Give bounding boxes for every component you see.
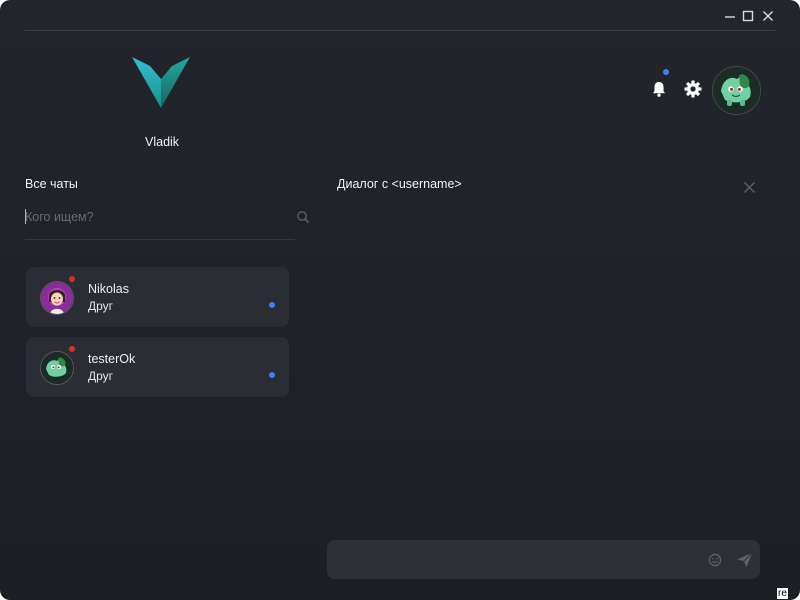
message-composer — [327, 540, 760, 579]
chat-status: Друг — [88, 299, 114, 313]
status-indicator — [69, 346, 75, 352]
unread-indicator — [269, 302, 275, 308]
chat-status: Друг — [88, 369, 114, 383]
message-input[interactable] — [341, 550, 701, 570]
notification-dot — [663, 69, 669, 75]
avatar — [40, 351, 74, 385]
search-divider — [25, 239, 295, 240]
status-indicator — [69, 276, 75, 282]
chat-name: testerOk — [88, 352, 136, 366]
chat-item-nikolas[interactable]: Nikolas Друг — [26, 267, 289, 327]
avatar — [40, 281, 74, 315]
send-icon[interactable] — [736, 552, 753, 568]
app-logo — [132, 57, 190, 109]
chats-title: Все чаты — [25, 177, 78, 191]
maximize-icon[interactable] — [740, 8, 756, 24]
corner-text: re — [777, 588, 788, 599]
gear-icon[interactable] — [683, 79, 703, 99]
title-divider — [25, 30, 775, 31]
emoji-icon[interactable] — [708, 553, 722, 567]
profile-name: Vladik — [145, 135, 180, 149]
dialog-title: Диалог с <username> — [337, 177, 462, 191]
messenger-window: Vladik Все чаты Кого ищем? Nikolas Друг … — [0, 0, 800, 600]
search-input[interactable] — [25, 206, 265, 228]
close-dialog-icon[interactable] — [743, 181, 756, 194]
avatar[interactable] — [712, 66, 761, 115]
close-icon[interactable] — [760, 8, 776, 24]
chat-item-testerok[interactable]: testerOk Друг — [26, 337, 289, 397]
search-icon[interactable] — [296, 210, 310, 224]
chat-name: Nikolas — [88, 282, 129, 296]
unread-indicator — [269, 372, 275, 378]
bell-icon[interactable] — [650, 80, 668, 98]
search-box[interactable] — [25, 206, 310, 228]
minimize-icon[interactable] — [722, 8, 738, 24]
